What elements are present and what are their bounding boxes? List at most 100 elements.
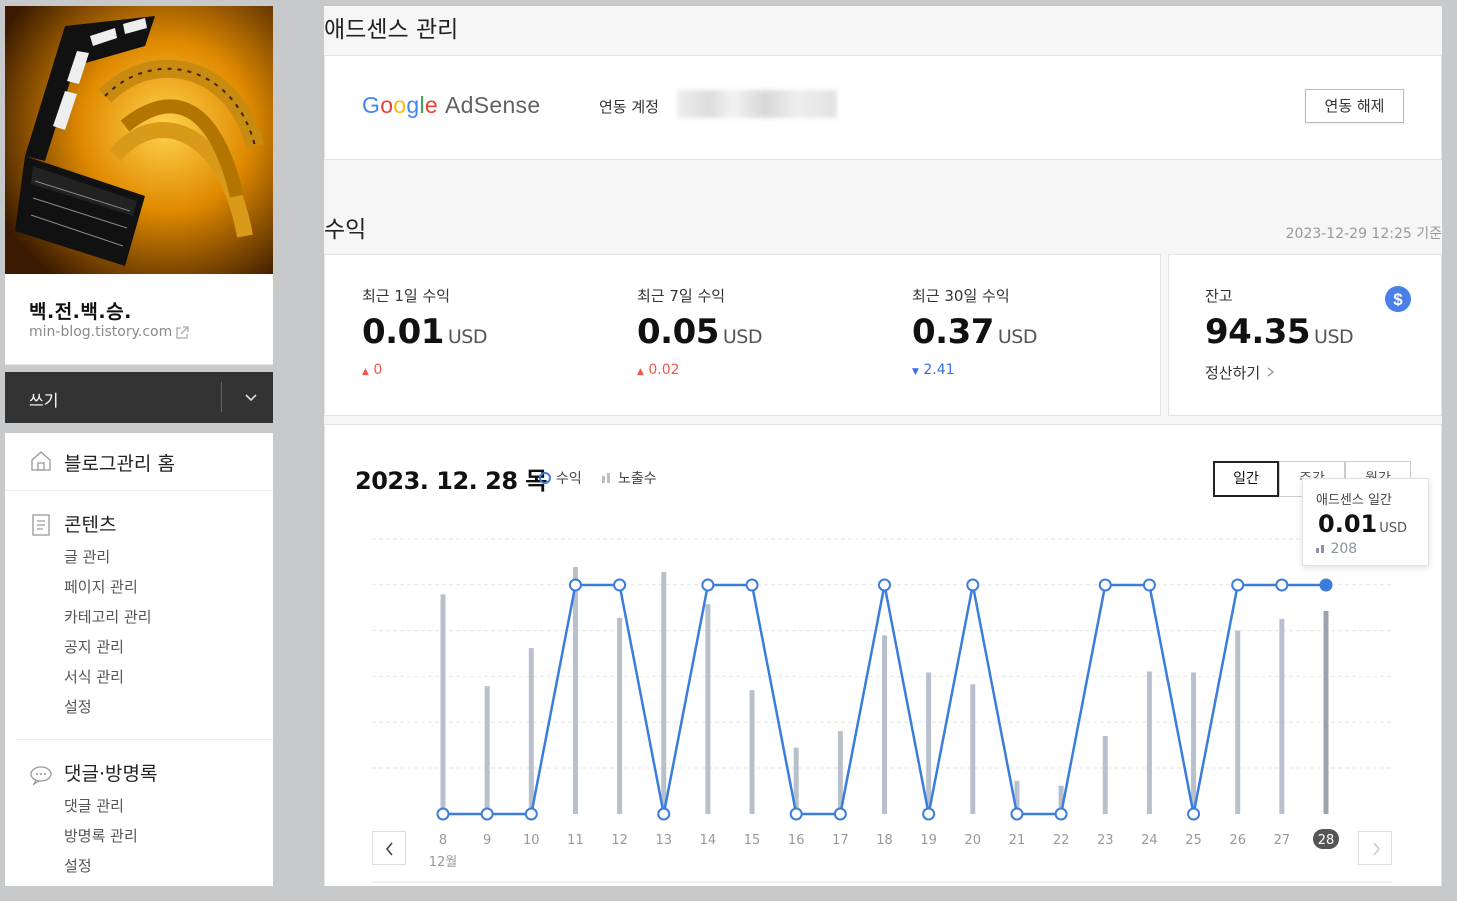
write-button[interactable]: 쓰기	[29, 387, 58, 411]
revenue-point	[966, 578, 980, 592]
stat-value: 0.37	[912, 312, 994, 352]
blog-cover-image[interactable]	[5, 6, 273, 274]
document-icon	[32, 514, 50, 536]
menu-item-guestbook[interactable]: 방명록 관리	[64, 825, 138, 846]
write-options-toggle[interactable]	[227, 372, 273, 423]
logo-letter: o	[393, 92, 407, 118]
views-bar	[1191, 672, 1197, 814]
revenue-point	[657, 807, 671, 821]
revenue-point	[789, 807, 803, 821]
chevron-right-icon	[1267, 367, 1275, 377]
stat-change: 0.02	[648, 362, 680, 378]
logo-letter: o	[380, 92, 394, 118]
dollar-icon: $	[1385, 286, 1411, 312]
views-bar	[484, 686, 490, 814]
menu-item-templates[interactable]: 서식 관리	[64, 666, 124, 687]
menu-item-posts[interactable]: 글 관리	[64, 546, 110, 567]
x-tick-label: 15	[744, 833, 761, 848]
menu-item-comment-settings[interactable]: 설정	[64, 855, 92, 876]
blog-profile: 백.전.백.승. min-blog.tistory.com	[5, 274, 273, 365]
revenue-point	[480, 807, 494, 821]
trend-up-icon: ▲	[362, 367, 369, 377]
revenue-stats-card: 최근 1일 수익 0.01 USD ▲ 0 최근 7일 수익 0.05 USD ▲ …	[324, 254, 1161, 416]
x-tick-label: 25	[1185, 833, 1202, 848]
tab-daily[interactable]: 일간	[1213, 461, 1279, 497]
logo-letter: g	[406, 92, 420, 118]
stat-1day: 최근 1일 수익 0.01 USD ▲ 0	[362, 285, 488, 378]
settle-link-label: 정산하기	[1205, 364, 1261, 382]
menu-item-comments[interactable]: 댓글 관리	[64, 795, 124, 816]
revenue-timestamp: 2023-12-29 12:25 기준	[1285, 226, 1442, 242]
linked-account-label: 연동 계정	[599, 98, 659, 116]
x-tick-label: 8	[439, 833, 447, 848]
x-tick-label: 27	[1274, 833, 1291, 848]
tooltip-value: 0.01	[1318, 510, 1378, 538]
logo-letter: e	[424, 92, 438, 118]
stat-change: 0	[373, 362, 383, 378]
x-tick-label: 18	[876, 833, 893, 848]
revenue-point	[1098, 578, 1112, 592]
settle-link[interactable]: 정산하기	[1205, 362, 1353, 383]
revenue-point	[833, 807, 847, 821]
revenue-point	[701, 578, 715, 592]
revenue-point	[1142, 578, 1156, 592]
revenue-point	[1054, 807, 1068, 821]
x-tick-label: 16	[788, 833, 805, 848]
stat-unit: USD	[447, 326, 488, 348]
x-tick-label: 19	[920, 833, 937, 848]
views-bar	[705, 604, 711, 814]
x-tick-label: 20	[965, 833, 982, 848]
revenue-point	[524, 807, 538, 821]
views-bar	[1102, 735, 1108, 814]
home-icon	[31, 451, 51, 471]
views-bar	[1146, 671, 1152, 814]
x-tick-label: 17	[832, 833, 849, 848]
revenue-point	[745, 578, 759, 592]
admin-menu: 블로그관리 홈 콘텐츠 글 관리 페이지 관리 카테고리 관리 공지 관리 서식…	[5, 433, 273, 893]
window-frame-bottom	[0, 886, 1457, 901]
menu-section-comments[interactable]: 댓글·방명록	[64, 759, 157, 786]
stat-value: 0.01	[362, 312, 444, 352]
x-tick-label: 26	[1229, 833, 1246, 848]
x-tick-label: 23	[1097, 833, 1114, 848]
blog-title[interactable]: 백.전.백.승.	[29, 297, 132, 324]
x-tick-label: 9	[483, 833, 491, 848]
views-bar	[1279, 618, 1285, 814]
menu-item-content-settings[interactable]: 설정	[64, 696, 92, 717]
trend-down-icon: ▼	[912, 367, 919, 377]
menu-item-notices[interactable]: 공지 관리	[64, 636, 124, 657]
external-link-icon[interactable]	[175, 326, 189, 340]
logo-product: AdSense	[445, 92, 541, 118]
views-bar	[1235, 630, 1241, 814]
logo-letter: G	[362, 92, 381, 118]
chart-card: 2023. 12. 28 목 수익 노출수 일간 주간 월간 애드센스 일간 0…	[324, 424, 1442, 894]
menu-item-categories[interactable]: 카테고리 관리	[64, 606, 152, 627]
menu-divider	[15, 739, 273, 740]
stat-7day: 최근 7일 수익 0.05 USD ▲ 0.02	[637, 285, 763, 378]
menu-item-pages[interactable]: 페이지 관리	[64, 576, 138, 597]
menu-home-label: 블로그관리 홈	[64, 453, 175, 475]
views-bar	[926, 672, 932, 814]
views-bar	[749, 690, 755, 814]
menu-home[interactable]: 블로그관리 홈	[5, 433, 273, 491]
write-button-bar: 쓰기	[5, 372, 273, 423]
revenue-point	[1275, 578, 1289, 592]
page-title: 애드센스 관리	[324, 17, 459, 43]
window-frame-right	[1443, 0, 1457, 901]
chart-next-button[interactable]	[1358, 831, 1392, 865]
blog-url-link[interactable]: min-blog.tistory.com	[29, 324, 172, 340]
revenue-point	[436, 807, 450, 821]
balance-value: 94.35	[1205, 312, 1311, 352]
menu-section-contents[interactable]: 콘텐츠	[64, 510, 116, 537]
views-bar	[661, 571, 667, 814]
stat-balance: 잔고 94.35 USD 정산하기	[1205, 285, 1354, 383]
x-tick-label: 13	[655, 833, 672, 848]
unlink-button[interactable]: 연동 해제	[1305, 89, 1404, 123]
revenue-point	[922, 807, 936, 821]
views-bar	[970, 684, 976, 814]
balance-card: 잔고 94.35 USD 정산하기 $	[1168, 254, 1442, 416]
stat-30day: 최근 30일 수익 0.37 USD ▼ 2.41	[912, 285, 1038, 378]
chart-prev-button[interactable]	[372, 831, 406, 865]
comment-icon	[30, 766, 52, 786]
tooltip-views: 208	[1330, 541, 1358, 557]
